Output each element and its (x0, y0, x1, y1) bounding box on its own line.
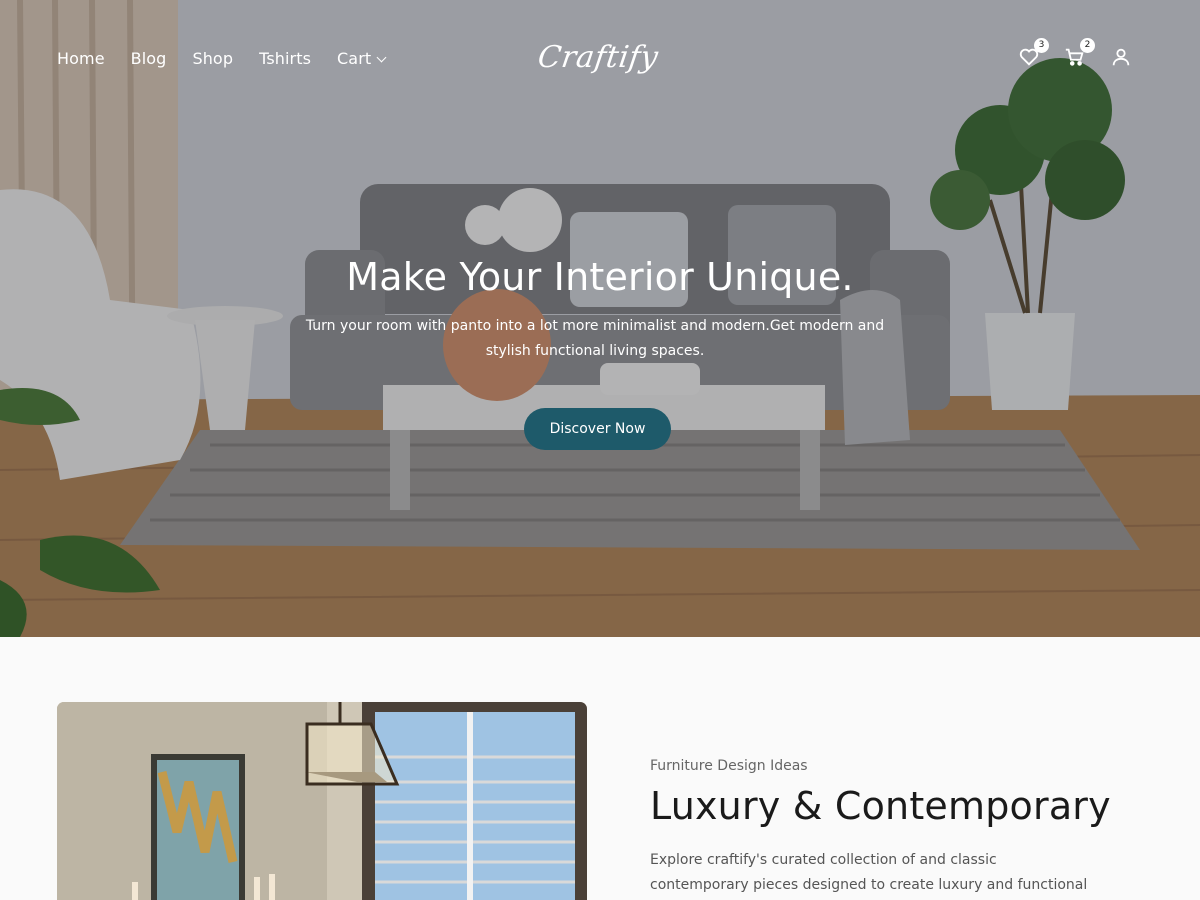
wishlist-count-badge: 3 (1034, 38, 1049, 53)
hero-subtitle: Turn your room with panto into a lot mor… (305, 318, 885, 359)
cart-button[interactable]: 2 (1064, 38, 1095, 68)
nav-cart[interactable]: Cart (337, 48, 387, 70)
header-icons: 3 2 (1018, 38, 1132, 68)
feature-image (57, 702, 587, 900)
wishlist-button[interactable]: 3 (1018, 38, 1049, 68)
hero-title: Make Your Interior Unique. (346, 255, 854, 299)
feature-eyebrow: Furniture Design Ideas (650, 758, 808, 774)
logo-text: Craftify (535, 40, 661, 75)
hero-banner: Home Blog Shop Tshirts Cart Craftify 3 2 (0, 0, 1200, 637)
user-icon (1112, 48, 1130, 66)
nav-cart-label: Cart (337, 49, 372, 68)
discover-now-button[interactable]: Discover Now (524, 408, 671, 450)
nav-blog[interactable]: Blog (131, 48, 167, 70)
cart-count-badge: 2 (1080, 38, 1095, 53)
feature-text-block: Furniture Design Ideas Luxury & Contempo… (650, 758, 1120, 900)
nav-shop[interactable]: Shop (192, 48, 233, 70)
site-logo[interactable]: Craftify (536, 26, 661, 90)
chevron-down-icon (376, 52, 387, 62)
nav-tshirts[interactable]: Tshirts (259, 48, 311, 70)
dining-room-image (57, 702, 587, 900)
account-button[interactable] (1110, 46, 1132, 68)
main-nav: Home Blog Shop Tshirts Cart (57, 48, 411, 70)
feature-title: Luxury & Contemporary (650, 784, 1111, 828)
feature-description: Explore craftify's curated collection of… (650, 852, 1088, 893)
nav-home[interactable]: Home (57, 48, 105, 70)
